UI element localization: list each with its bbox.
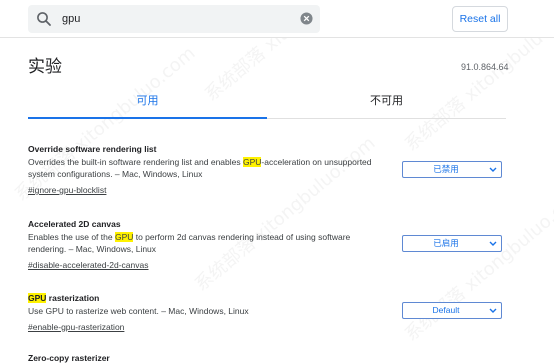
experiment-link[interactable]: #disable-accelerated-2d-canvas — [28, 259, 149, 271]
experiment-description: Overrides the built-in software renderin… — [28, 157, 372, 179]
experiment-description: Enables the use of the GPU to perform 2d… — [28, 232, 351, 254]
select-value: 已禁用 — [433, 164, 459, 174]
tab-available[interactable]: 可用 — [28, 86, 267, 120]
experiment-select[interactable]: 已启用 — [402, 235, 502, 252]
experiment-title: Override software rendering list — [28, 144, 157, 154]
search-icon — [37, 12, 51, 26]
experiment-description: Use GPU to rasterize web content. – Mac,… — [28, 306, 249, 316]
clear-search-icon[interactable] — [300, 12, 313, 25]
experiment-select[interactable]: Default — [402, 302, 502, 319]
search-highlight: GPU — [242, 157, 262, 167]
tab-bar: 可用 不可用 — [28, 86, 506, 120]
chevron-down-icon — [489, 167, 497, 172]
experiment-title: Accelerated 2D canvas — [28, 219, 121, 229]
experiment-select[interactable]: 已禁用 — [402, 161, 502, 178]
search-highlight: GPU — [28, 293, 47, 303]
experiment-link[interactable]: #ignore-gpu-blocklist — [28, 184, 106, 196]
experiment-item: Override software rendering list Overrid… — [28, 143, 388, 198]
watermark: 系统部落 xitongbuluo.com — [401, 182, 554, 346]
chevron-down-icon — [489, 308, 497, 313]
tab-unavailable[interactable]: 不可用 — [267, 86, 506, 120]
experiment-link[interactable]: #enable-gpu-rasterization — [28, 321, 124, 333]
version-label: 91.0.864.64 — [461, 62, 509, 72]
reset-all-button[interactable]: Reset all — [452, 6, 508, 32]
experiment-title: Zero-copy rasterizer — [28, 353, 110, 363]
select-value: 已启用 — [433, 238, 459, 248]
experiment-item: Zero-copy rasterizer — [28, 352, 388, 363]
search-box[interactable]: gpu — [28, 5, 320, 33]
experiment-item: Accelerated 2D canvas Enables the use of… — [28, 218, 388, 273]
tab-active-indicator — [28, 117, 267, 119]
chevron-down-icon — [489, 241, 497, 246]
experiment-title: GPU rasterization — [28, 293, 100, 303]
page-title: 实验 — [28, 57, 62, 77]
experiment-item: GPU rasterization Use GPU to rasterize w… — [28, 292, 388, 335]
select-value: Default — [432, 305, 460, 315]
search-input[interactable]: gpu — [62, 11, 80, 27]
top-bar: gpu Reset all — [0, 0, 554, 38]
search-highlight: GPU — [114, 232, 134, 242]
